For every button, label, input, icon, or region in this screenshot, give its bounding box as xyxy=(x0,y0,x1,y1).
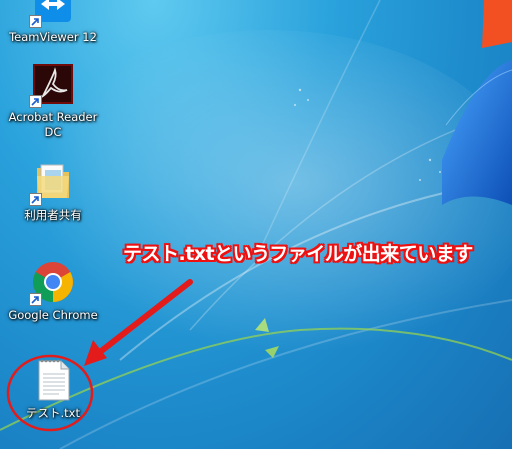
shortcut-arrow-icon xyxy=(29,293,42,306)
acrobat-reader-icon xyxy=(29,62,75,108)
shortcut-arrow-icon xyxy=(29,95,42,108)
shared-folder-icon xyxy=(29,160,75,206)
chrome-icon xyxy=(29,260,75,306)
desktop-icon-label: TeamViewer 12 xyxy=(9,30,97,44)
teamviewer-icon xyxy=(29,0,75,28)
desktop-icon-google-chrome[interactable]: Google Chrome xyxy=(5,260,101,323)
desktop-icon-shared-folder[interactable]: 利用者共有 xyxy=(5,160,101,223)
shortcut-arrow-icon xyxy=(29,193,42,206)
desktop-icon-label: Google Chrome xyxy=(8,308,98,322)
desktop[interactable]: TeamViewer 12 Acrobat Reader DC 利用者共有 Go… xyxy=(0,0,512,449)
desktop-icon-teamviewer[interactable]: TeamViewer 12 xyxy=(5,0,101,45)
desktop-icon-label: Acrobat Reader DC xyxy=(8,110,98,139)
desktop-icon-label: テスト.txt xyxy=(26,406,80,420)
text-file-icon xyxy=(31,358,75,402)
desktop-icon-acrobat-reader[interactable]: Acrobat Reader DC xyxy=(5,62,101,140)
desktop-icon-test-txt[interactable]: テスト.txt xyxy=(5,358,101,421)
desktop-icon-label: 利用者共有 xyxy=(24,208,82,222)
annotation-text: テスト.txtというファイルが出来ています xyxy=(123,243,473,265)
shortcut-arrow-icon xyxy=(29,15,42,28)
